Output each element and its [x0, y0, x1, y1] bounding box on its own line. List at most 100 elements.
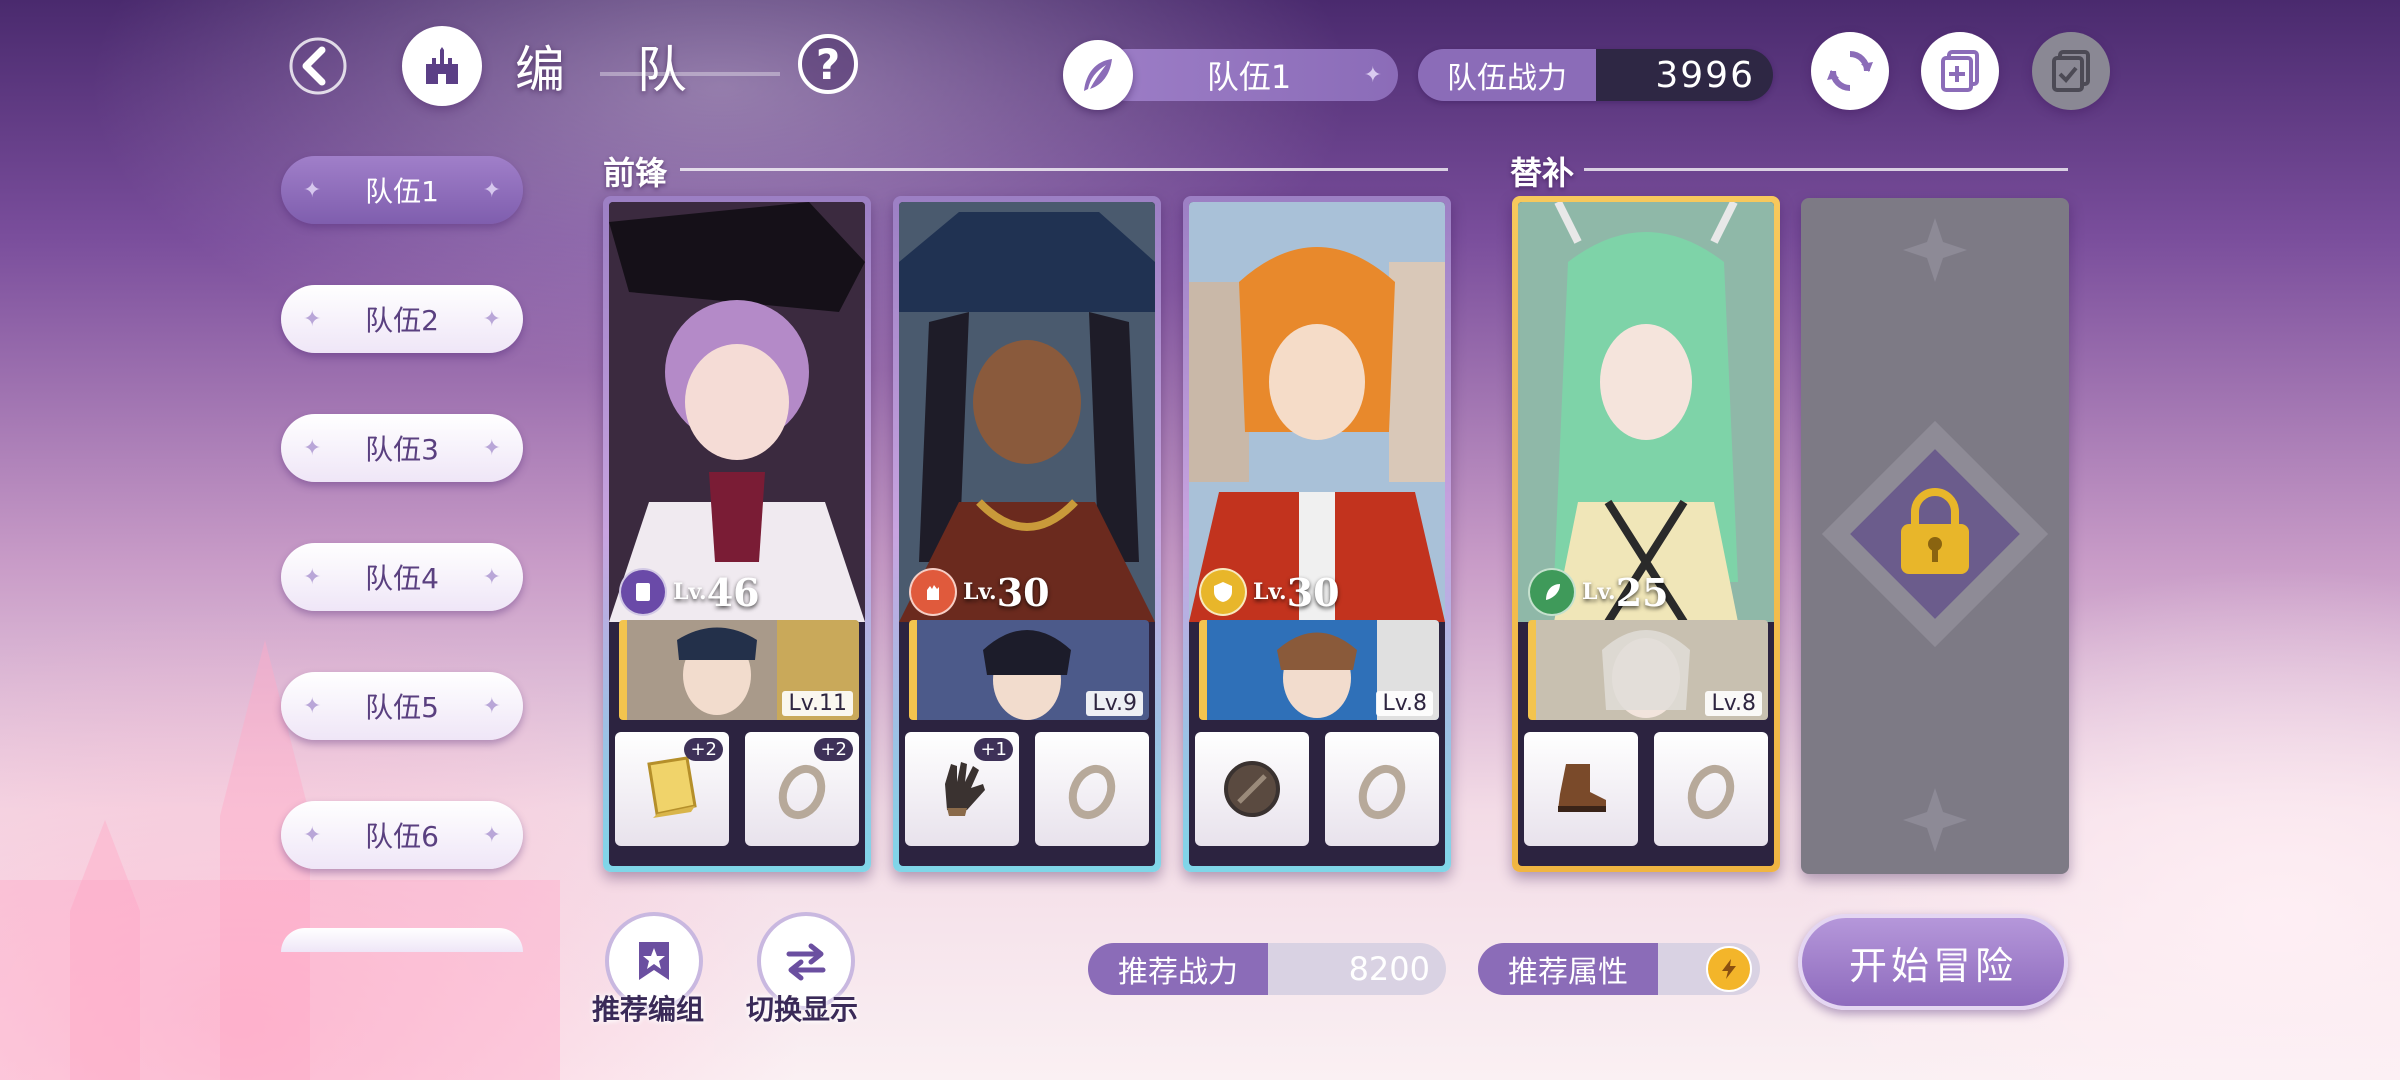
sparkle-icon: ✦: [482, 565, 501, 590]
sparkle-icon: ✦: [482, 178, 501, 203]
sparkle-icon: ✦: [482, 436, 501, 461]
support-character[interactable]: Lv.11: [619, 620, 859, 720]
glove-icon: [945, 762, 985, 816]
sub-section-title: 替补: [1510, 154, 1575, 192]
character-card-1[interactable]: Lv. 46 Lv.11 +2 +2: [603, 196, 871, 872]
equipment-plus: +2: [814, 738, 853, 761]
sparkle-icon: ✦: [482, 823, 501, 848]
refresh-button[interactable]: [1811, 32, 1889, 110]
sparkle-icon: ✦: [482, 694, 501, 719]
lock-emblem: [1821, 218, 2049, 852]
attribute-icon: [1528, 568, 1576, 616]
back-button[interactable]: [270, 18, 366, 114]
team-tab-6[interactable]: ✦ 队伍6 ✦: [281, 801, 523, 869]
help-button[interactable]: ?: [798, 34, 858, 94]
confirm-team-button[interactable]: [2032, 32, 2110, 110]
team-tab-label: 队伍5: [365, 691, 439, 724]
refresh-icon: [1827, 51, 1873, 91]
team-tab-5[interactable]: ✦ 队伍5 ✦: [281, 672, 523, 740]
book-icon: [647, 756, 697, 818]
front-section-divider: [680, 168, 1448, 171]
team-power-label: 队伍战力: [1418, 49, 1596, 101]
recommended-attribute-value: [1658, 943, 1760, 995]
level-prefix: Lv.: [963, 579, 997, 605]
attribute-icon: [909, 568, 957, 616]
equipment-slot[interactable]: [1195, 732, 1309, 846]
sparkle-icon: ✦: [303, 178, 322, 203]
sparkle-icon: ✦: [303, 436, 322, 461]
sub-section-divider: [1584, 168, 2068, 171]
team-tab-label: 队伍3: [365, 433, 439, 466]
attribute-icon: [1199, 568, 1247, 616]
team-tab-label: 队伍4: [365, 562, 439, 595]
add-team-button[interactable]: [1921, 32, 1999, 110]
team-power-value: 3996: [1596, 49, 1773, 101]
ring-icon: [1068, 764, 1116, 820]
sparkle-icon: ✦: [1363, 62, 1382, 88]
equipment-slot[interactable]: [1524, 732, 1638, 846]
equipment-slot[interactable]: [1325, 732, 1439, 846]
start-adventure-button[interactable]: 开始冒险: [1798, 914, 2068, 1010]
team-tab-2[interactable]: ✦ 队伍2 ✦: [281, 285, 523, 353]
ring-icon: [778, 764, 826, 820]
support-character[interactable]: Lv.9: [909, 620, 1149, 720]
boot-icon: [1558, 764, 1606, 812]
team-tab-label: 队伍1: [365, 175, 439, 208]
team-tab-4[interactable]: ✦ 队伍4 ✦: [281, 543, 523, 611]
equipment-slot[interactable]: +2: [615, 732, 729, 846]
level-prefix: Lv.: [1253, 579, 1287, 605]
attribute-icon: [619, 568, 667, 616]
character-level: Lv. 46: [619, 568, 760, 616]
level-prefix: Lv.: [1582, 579, 1616, 605]
character-portrait: [1189, 202, 1445, 622]
equipment-slot[interactable]: [1035, 732, 1149, 846]
team-selector-label: 队伍1: [1206, 58, 1292, 96]
sparkle-icon: ✦: [303, 823, 322, 848]
checklist-icon: [2052, 50, 2090, 92]
sparkle-icon: ✦: [303, 694, 322, 719]
front-section-title: 前锋: [603, 154, 668, 192]
support-character[interactable]: Lv.8: [1199, 620, 1439, 720]
team-selector[interactable]: 队伍1 ✦: [1100, 49, 1398, 101]
castle-home-button[interactable]: [402, 26, 482, 106]
bookmark-star-icon: [639, 942, 669, 980]
castle-wall: [0, 880, 560, 1080]
character-card-4[interactable]: Lv. 25 Lv.8: [1512, 196, 1780, 872]
equipment-slot[interactable]: +2: [745, 732, 859, 846]
shield-icon: [1224, 761, 1280, 817]
feather-badge: [1063, 40, 1133, 110]
recommended-power-label: 推荐战力: [1088, 943, 1268, 995]
add-document-icon: [1941, 50, 1979, 92]
team-tab-1[interactable]: ✦ 队伍1 ✦: [281, 156, 523, 224]
level-prefix: Lv.: [673, 579, 707, 605]
sparkle-icon: ✦: [482, 307, 501, 332]
level-number: 25: [1615, 569, 1669, 615]
team-power-display: 队伍战力 3996: [1418, 49, 1773, 101]
team-tab-3[interactable]: ✦ 队伍3 ✦: [281, 414, 523, 482]
recommended-attribute: 推荐属性: [1478, 943, 1760, 995]
back-arrow-icon: [289, 37, 347, 95]
switch-display-label: 切换显示: [746, 993, 859, 1026]
level-number: 46: [706, 569, 760, 615]
support-level: Lv.8: [1376, 691, 1433, 716]
sparkle-icon: ✦: [303, 307, 322, 332]
character-level: Lv. 30: [909, 568, 1050, 616]
level-number: 30: [996, 569, 1050, 615]
character-level: Lv. 25: [1528, 568, 1669, 616]
team-tab-label: 队伍6: [365, 820, 439, 853]
support-character[interactable]: Lv.8: [1528, 620, 1768, 720]
locked-substitute-slot[interactable]: [1801, 198, 2069, 874]
character-portrait: [609, 202, 865, 622]
castle-icon: [426, 47, 458, 84]
character-portrait: [899, 202, 1155, 622]
support-level: Lv.8: [1705, 691, 1762, 716]
recommended-attribute-label: 推荐属性: [1478, 943, 1658, 995]
support-level: Lv.11: [782, 691, 853, 716]
support-level: Lv.9: [1086, 691, 1143, 716]
equipment-slot[interactable]: [1654, 732, 1768, 846]
equipment-slot[interactable]: +1: [905, 732, 1019, 846]
team-tab-partial[interactable]: [281, 928, 523, 952]
character-card-2[interactable]: Lv. 30 Lv.9 +1: [893, 196, 1161, 872]
lightning-icon: [1706, 946, 1752, 992]
character-card-3[interactable]: Lv. 30 Lv.8: [1183, 196, 1451, 872]
